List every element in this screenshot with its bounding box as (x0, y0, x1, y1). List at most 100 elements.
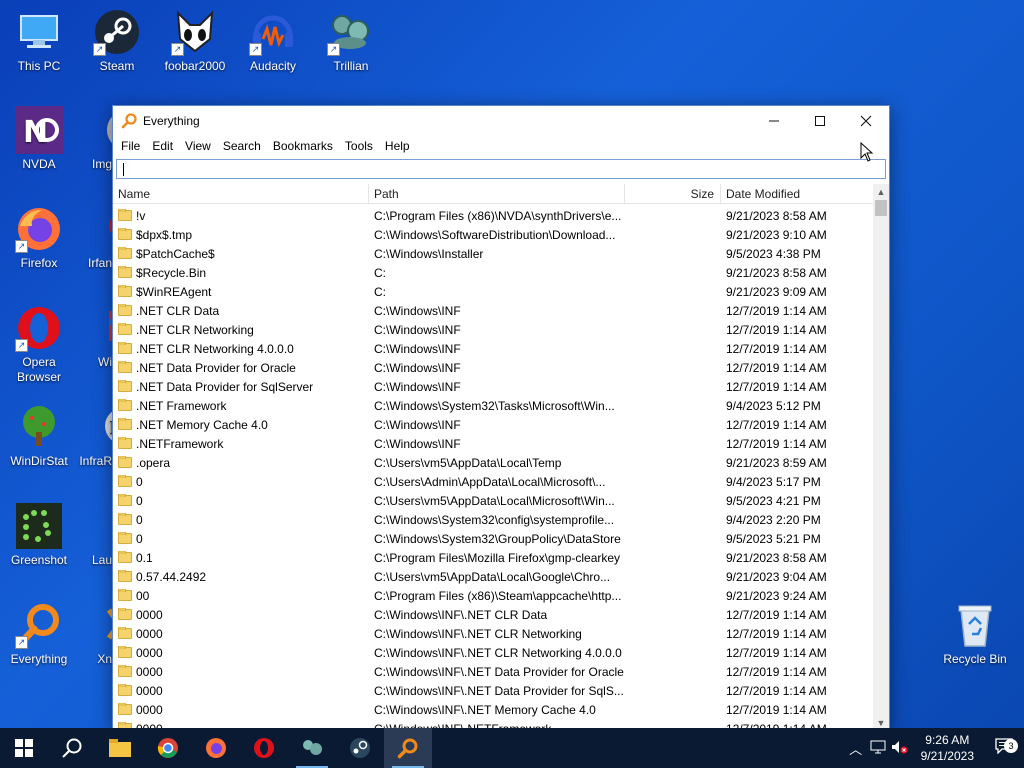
column-header-date-modified[interactable]: Date Modified (721, 184, 874, 203)
desktop-icon-infrar[interactable]: In InfraR (78, 403, 112, 469)
result-path: C:\Windows\System32\config\systemprofile… (374, 512, 615, 527)
result-row[interactable]: .NET Data Provider for Oracle C:\Windows\… (113, 358, 874, 377)
taskbar-file-explorer[interactable] (96, 728, 144, 768)
result-row[interactable]: 0000 C:\Windows\INF\.NET CLR Networking 12… (113, 624, 874, 643)
desktop-icon-windirstat[interactable]: WinDirStat (0, 403, 78, 469)
column-header-path[interactable]: Path (369, 184, 625, 203)
result-row[interactable]: $WinREAgent C: 9/21/2023 9:09 AM (113, 282, 874, 301)
folder-icon (118, 588, 132, 601)
result-row[interactable]: $Recycle.Bin C: 9/21/2023 8:58 AM (113, 263, 874, 282)
desktop-icon-wi[interactable]: Wi (78, 304, 112, 370)
desktop-icon-steam[interactable]: ↗ Steam (78, 8, 156, 74)
desktop-icon-trillian[interactable]: ↗ Trillian (312, 8, 390, 74)
volume-muted-icon[interactable] (889, 740, 911, 757)
desktop-icon-label: InfraR (79, 454, 112, 468)
vertical-scrollbar[interactable]: ▲ ▼ (873, 184, 889, 731)
close-button[interactable] (843, 106, 889, 136)
taskbar-opera[interactable] (240, 728, 288, 768)
everything-window[interactable]: Everything File Edit View Search Bookmar… (112, 105, 890, 731)
desktop-icon-greenshot[interactable]: Greenshot (0, 502, 78, 568)
column-header-size[interactable]: Size (625, 184, 721, 203)
result-row[interactable]: .NET Framework C:\Windows\System32\Tasks\… (113, 396, 874, 415)
result-row[interactable]: .NET Data Provider for SqlServer C:\Windo… (113, 377, 874, 396)
clock-time: 9:26 AM (925, 733, 970, 747)
result-date-modified: 12/7/2019 1:14 AM (726, 683, 827, 698)
desktop-icon-img[interactable]: Img (78, 106, 112, 172)
scrollbar-thumb[interactable] (875, 200, 887, 216)
result-row[interactable]: .NET CLR Networking 4.0.0.0 C:\Windows\IN… (113, 339, 874, 358)
desktop-icon-audacity[interactable]: ↗ Audacity (234, 8, 312, 74)
result-row[interactable]: .NETFramework C:\Windows\INF 12/7/2019 1:1… (113, 434, 874, 453)
desktop-icon-firefox[interactable]: ↗ Firefox (0, 205, 78, 271)
search-input[interactable] (117, 160, 885, 178)
desktop-icon-opera[interactable]: ↗ Opera Browser (0, 304, 78, 385)
taskbar-steam[interactable] (336, 728, 384, 768)
result-name: 0000 (136, 626, 163, 641)
menu-file[interactable]: File (115, 139, 146, 153)
desktop-icon-foobar2000[interactable]: ↗ foobar2000 (156, 8, 234, 74)
column-header-name[interactable]: Name (113, 184, 369, 203)
network-icon[interactable] (867, 740, 889, 757)
result-path: C:\Users\vm5\AppData\Local\Microsoft\Win… (374, 493, 615, 508)
desktop-icon-recycle-bin[interactable]: Recycle Bin (936, 601, 1014, 667)
result-path: C:\Windows\INF (374, 322, 461, 337)
result-row[interactable]: $dpx$.tmp C:\Windows\SoftwareDistribution… (113, 225, 874, 244)
desktop-icon-this-pc[interactable]: This PC (0, 8, 78, 74)
notification-center-button[interactable]: 3 (984, 737, 1024, 759)
result-row[interactable]: 0.1 C:\Program Files\Mozilla Firefox\gmp-… (113, 548, 874, 567)
desktop-icon-xn[interactable]: Xn (78, 601, 112, 667)
taskbar-chrome[interactable] (144, 728, 192, 768)
folder-icon (118, 645, 132, 658)
desktop-icon-label: Audacity (249, 59, 297, 73)
folder-icon (118, 607, 132, 620)
result-row[interactable]: 0.57.44.2492 C:\Users\vm5\AppData\Local\G… (113, 567, 874, 586)
result-row[interactable]: 0000 C:\Windows\INF\.NET Memory Cache 4.0… (113, 700, 874, 719)
taskbar-everything[interactable] (384, 728, 432, 768)
result-row[interactable]: .NET CLR Networking C:\Windows\INF 12/7/20… (113, 320, 874, 339)
taskbar-firefox[interactable] (192, 728, 240, 768)
result-row[interactable]: 0000 C:\Windows\INF\.NET CLR Data 12/7/201… (113, 605, 874, 624)
result-path: C:\Program Files (x86)\NVDA\synthDrivers… (374, 208, 622, 223)
result-row[interactable]: $PatchCache$ C:\Windows\Installer 9/5/2023… (113, 244, 874, 263)
result-name: 00 (136, 588, 150, 603)
desktop-icon-irfan[interactable]: Irfan (78, 205, 112, 271)
result-row[interactable]: 0 C:\Users\Admin\AppData\Local\Microsoft\… (113, 472, 874, 491)
result-name-cell: .NETFramework (113, 436, 369, 451)
result-name-cell: 0000 (113, 683, 369, 698)
result-name: .NETFramework (136, 436, 224, 451)
maximize-button[interactable] (797, 106, 843, 136)
result-row[interactable]: 0 C:\Windows\System32\GroupPolicy\DataSto… (113, 529, 874, 548)
menu-bookmarks[interactable]: Bookmarks (267, 139, 339, 153)
result-row[interactable]: .NET Memory Cache 4.0 C:\Windows\INF 12/7/… (113, 415, 874, 434)
taskbar-search-button[interactable] (48, 728, 96, 768)
result-row[interactable]: 0 C:\Windows\System32\config\systemprofil… (113, 510, 874, 529)
start-button[interactable] (0, 728, 48, 768)
opera-icon (254, 738, 274, 758)
desktop-icon-everything[interactable]: ↗ Everything (0, 601, 78, 667)
scroll-up-icon[interactable]: ▲ (873, 184, 889, 200)
result-date-modified: 9/21/2023 8:58 AM (726, 265, 827, 280)
search-box[interactable] (116, 159, 886, 179)
menu-search[interactable]: Search (217, 139, 267, 153)
result-row[interactable]: 00 C:\Program Files (x86)\Steam\appcache\… (113, 586, 874, 605)
result-name: 0 (136, 493, 143, 508)
menu-help[interactable]: Help (379, 139, 416, 153)
result-row[interactable]: 0000 C:\Windows\INF\.NET Data Provider fo… (113, 662, 874, 681)
result-row[interactable]: !v C:\Program Files (x86)\NVDA\synthDrive… (113, 206, 874, 225)
taskbar-clock[interactable]: 9:26 AM 9/21/2023 (911, 732, 984, 764)
title-bar[interactable]: Everything (113, 106, 889, 136)
result-row[interactable]: 0 C:\Users\vm5\AppData\Local\Microsoft\Wi… (113, 491, 874, 510)
result-row[interactable]: .opera C:\Users\vm5\AppData\Local\Temp 9/2… (113, 453, 874, 472)
menu-view[interactable]: View (179, 139, 217, 153)
result-row[interactable]: 0000 C:\Windows\INF\.NET Data Provider fo… (113, 681, 874, 700)
result-row[interactable]: .NET CLR Data C:\Windows\INF 12/7/2019 1:1… (113, 301, 874, 320)
taskbar-trillian[interactable] (288, 728, 336, 768)
desktop-icon-nvda[interactable]: N NVDA (0, 106, 78, 172)
desktop-icon-lau[interactable]: Lau (78, 502, 112, 568)
shortcut-arrow-icon: ↗ (15, 339, 28, 352)
menu-edit[interactable]: Edit (146, 139, 179, 153)
result-row[interactable]: 0000 C:\Windows\INF\.NET CLR Networking 4… (113, 643, 874, 662)
chevron-up-icon[interactable]: ︿ (845, 739, 867, 758)
menu-tools[interactable]: Tools (339, 139, 379, 153)
minimize-button[interactable] (751, 106, 797, 136)
